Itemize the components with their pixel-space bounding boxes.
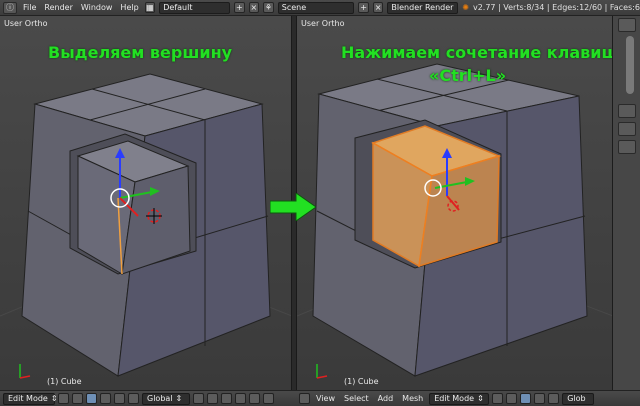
caption-right-line2: «Ctrl+L» [429, 66, 507, 85]
manipulator-toggle-icon[interactable] [86, 393, 97, 404]
shading-sphere-icon[interactable] [492, 393, 504, 404]
orientation-select[interactable]: Glob [562, 392, 595, 405]
scrollbar[interactable] [626, 36, 634, 94]
transition-arrow-icon [270, 193, 316, 221]
menu-render[interactable]: Render [42, 3, 74, 12]
corner-axis-x [316, 375, 328, 379]
screen-layout-field[interactable]: Default [159, 1, 231, 14]
3d-viewport-left[interactable]: User Ortho Выделяем вершину (1) Cube [0, 16, 292, 390]
viewport-header-left: Edit Mode ⇕ Global ⇕ [0, 390, 296, 406]
render-engine-select[interactable]: Blender Render [387, 1, 459, 14]
occlude-icon[interactable] [235, 393, 246, 404]
snap-icon[interactable] [263, 393, 274, 404]
menu-help[interactable]: Help [118, 3, 140, 12]
scale-icon[interactable] [128, 393, 139, 404]
pivot-icon[interactable] [72, 393, 83, 404]
manipulator-toggle-icon[interactable] [520, 393, 532, 404]
panel-tab-icon[interactable] [618, 140, 636, 154]
remove-layout-button[interactable]: × [248, 2, 260, 13]
translate-icon[interactable] [534, 393, 546, 404]
add-layout-button[interactable]: + [234, 2, 245, 13]
shading-sphere-icon[interactable] [58, 393, 69, 404]
mode-select[interactable]: Edit Mode ⇕ [429, 392, 490, 405]
mode-select[interactable]: Edit Mode ⇕ [3, 392, 58, 405]
editor-type-icon[interactable] [299, 393, 310, 404]
panel-tab-icon[interactable] [618, 104, 636, 118]
caption-left: Выделяем вершину [48, 43, 233, 62]
add-scene-button[interactable]: + [358, 2, 369, 13]
scene-stats: v2.77 | Verts:8/34 | Edges:12/60 | Faces… [472, 3, 640, 12]
panel-toggle-icon[interactable] [618, 18, 636, 32]
rotate-icon[interactable] [548, 393, 560, 404]
corner-axis-x [19, 375, 31, 379]
orientation-select[interactable]: Global ⇕ [142, 392, 190, 405]
scene-left [0, 73, 291, 379]
view-label: User Ortho [301, 19, 345, 28]
face-select-icon[interactable] [221, 393, 232, 404]
properties-strip [612, 16, 640, 390]
active-object-label: (1) Cube [47, 377, 82, 386]
rotate-icon[interactable] [114, 393, 125, 404]
menu-file[interactable]: File [21, 3, 38, 12]
translate-icon[interactable] [100, 393, 111, 404]
edge-select-icon[interactable] [207, 393, 218, 404]
active-object-label: (1) Cube [344, 377, 379, 386]
menu-window[interactable]: Window [79, 3, 115, 12]
editor-type-button[interactable]: ⓘ [3, 1, 17, 14]
pivot-icon[interactable] [506, 393, 518, 404]
menu-select[interactable]: Select [341, 394, 372, 403]
screen-layout-icon[interactable]: ▦ [144, 2, 156, 13]
scene-field[interactable]: Scene [277, 1, 355, 14]
vertex-select-icon[interactable] [193, 393, 204, 404]
3d-viewport-right[interactable]: User Ortho Нажимаем сочетание клавиш «Ct… [296, 16, 612, 390]
scene-icon[interactable]: ⚘ [263, 2, 274, 13]
menu-mesh[interactable]: Mesh [399, 394, 426, 403]
menu-add[interactable]: Add [375, 394, 397, 403]
menu-view[interactable]: View [313, 394, 338, 403]
remove-scene-button[interactable]: × [372, 2, 384, 13]
blender-logo-icon: ✺ [462, 3, 469, 12]
proportional-edit-icon[interactable] [249, 393, 260, 404]
caption-right-line1: Нажимаем сочетание клавиш [341, 43, 612, 62]
blender-window: ⓘ File Render Window Help ▦ Default + × … [0, 0, 640, 406]
viewport-header-right: View Select Add Mesh Edit Mode ⇕ Glob [296, 390, 640, 406]
view-label: User Ortho [4, 19, 48, 28]
panel-tab-icon[interactable] [618, 122, 636, 136]
info-header: ⓘ File Render Window Help ▦ Default + × … [0, 0, 640, 16]
